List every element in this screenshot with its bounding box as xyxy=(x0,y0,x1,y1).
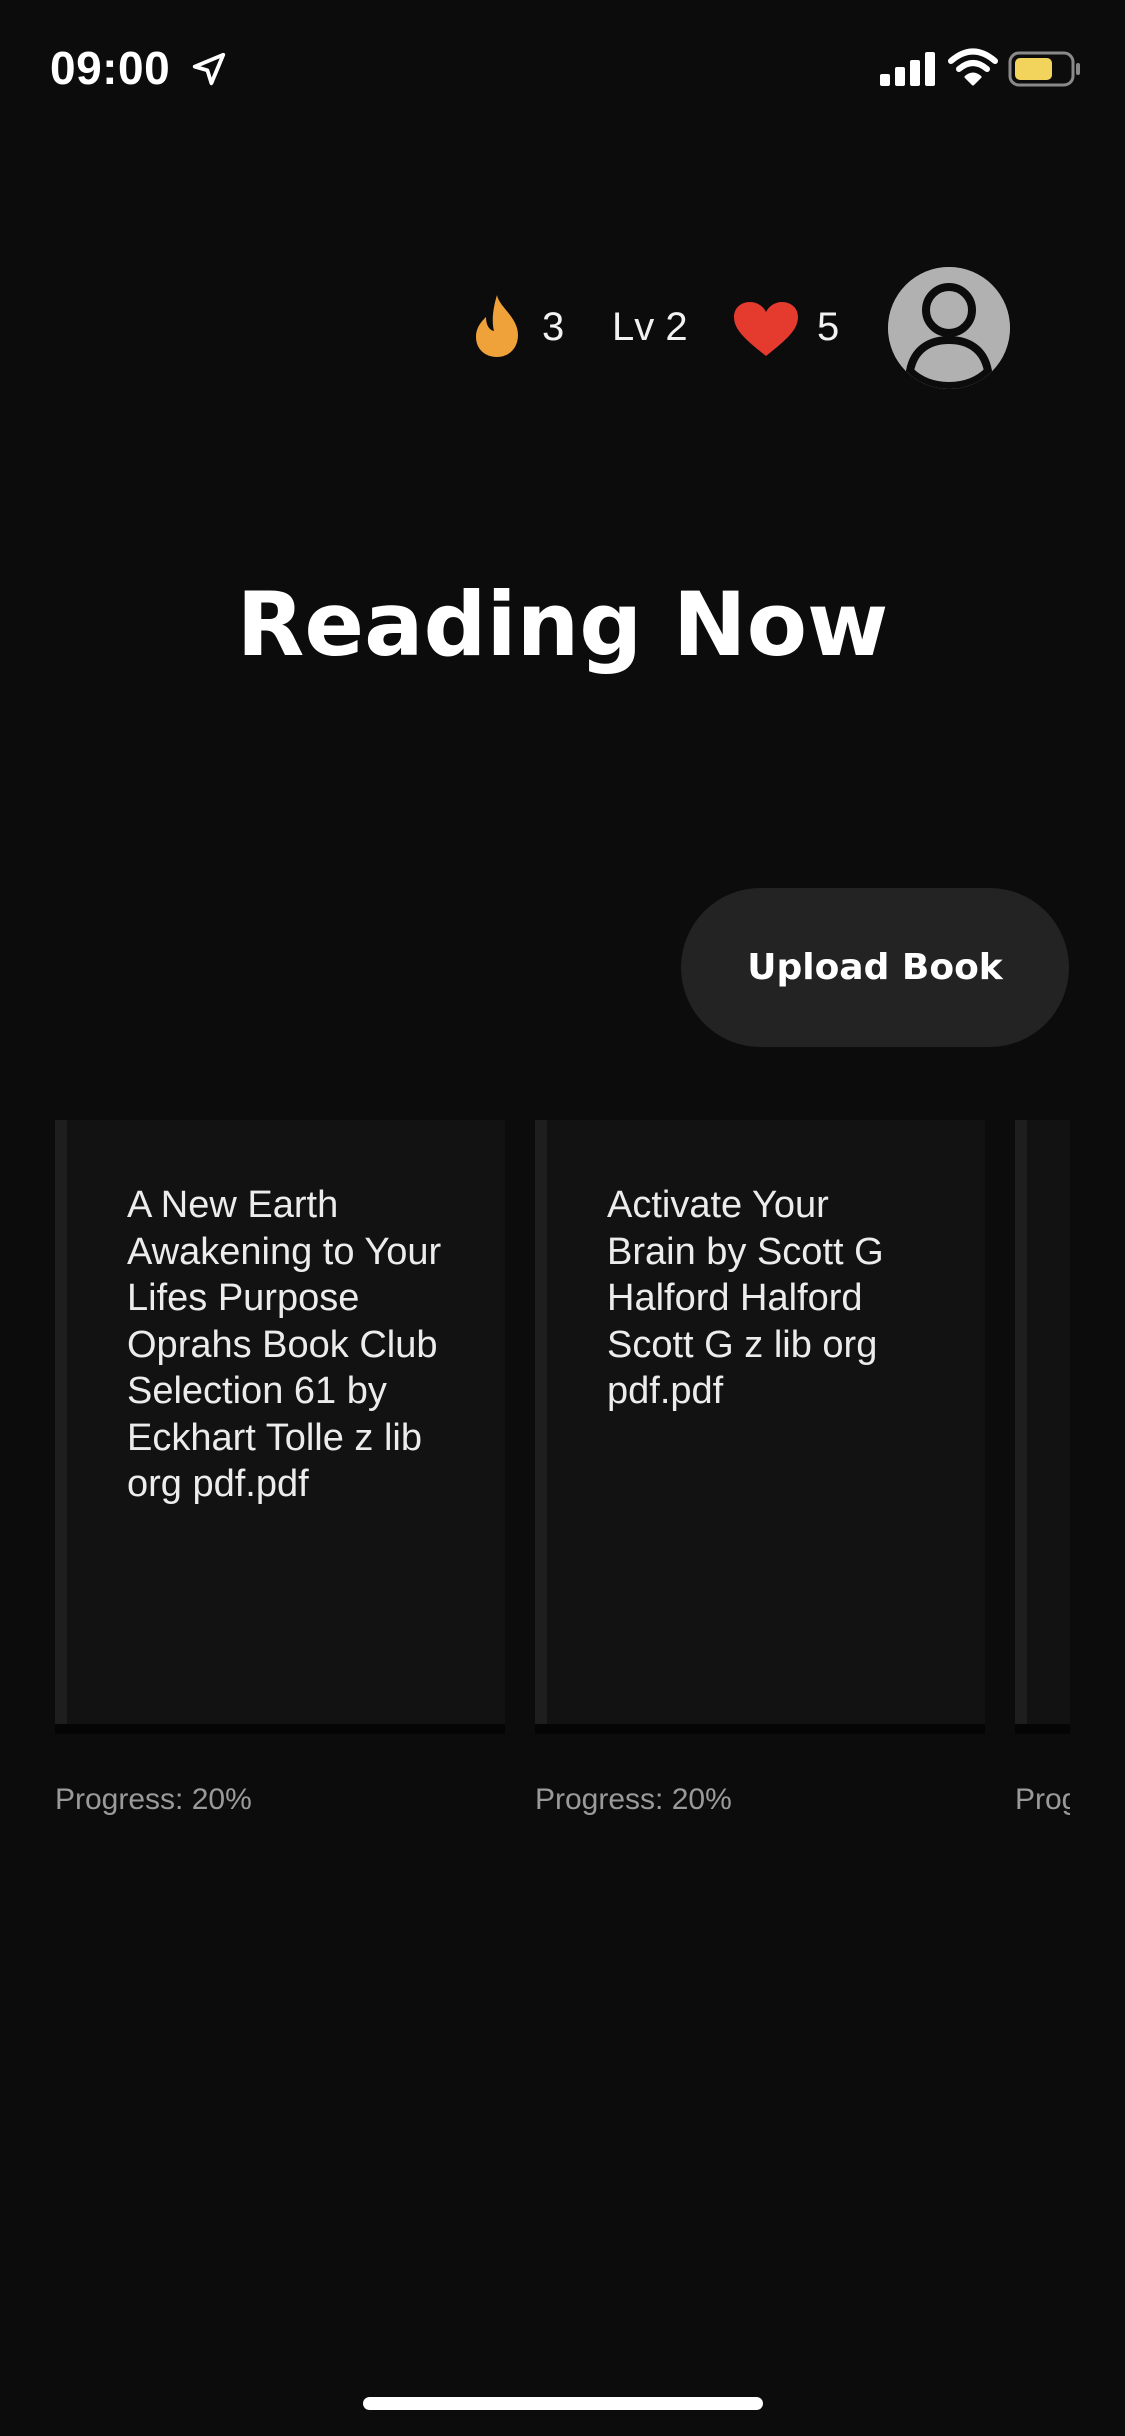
level-label: Lv 2 xyxy=(612,305,688,349)
flame-icon xyxy=(476,295,518,357)
streak-count: 3 xyxy=(542,305,565,349)
profile-avatar-button[interactable] xyxy=(888,267,1010,389)
book-card[interactable]: Activate Your Brain by Scott G Halford H… xyxy=(535,1120,985,1816)
status-bar: 09:00 xyxy=(0,0,1125,140)
page-title: Reading Now xyxy=(236,573,889,676)
book-card[interactable]: Progress: 20% xyxy=(1015,1120,1070,1816)
book-card[interactable]: A New Earth Awakening to Your Lifes Purp… xyxy=(55,1120,505,1816)
status-time: 09:00 xyxy=(50,42,171,94)
book-cover xyxy=(1015,1120,1070,1724)
book-cover-edge xyxy=(1015,1724,1070,1734)
book-progress: Progress: 20% xyxy=(55,1783,252,1816)
book-cover-edge xyxy=(55,1724,505,1734)
book-title: A New Earth Awakening to Your Lifes Purp… xyxy=(127,1184,442,1505)
book-carousel[interactable]: A New Earth Awakening to Your Lifes Purp… xyxy=(0,1120,1070,1840)
wifi-icon xyxy=(948,48,998,86)
battery-icon xyxy=(1008,51,1080,87)
upload-book-button[interactable]: Upload Book xyxy=(681,888,1069,1047)
cellular-signal-icon xyxy=(880,52,935,86)
book-cover-edge xyxy=(535,1724,985,1734)
book-title: Activate Your Brain by Scott G Halford H… xyxy=(607,1184,884,1412)
user-avatar-icon xyxy=(888,267,1010,389)
home-indicator[interactable] xyxy=(363,2397,763,2410)
heart-icon xyxy=(734,302,798,356)
book-progress: Progress: 20% xyxy=(535,1783,732,1816)
book-progress: Progress: 20% xyxy=(1015,1783,1070,1816)
location-arrow-icon xyxy=(192,52,226,86)
lives-count: 5 xyxy=(817,305,840,349)
